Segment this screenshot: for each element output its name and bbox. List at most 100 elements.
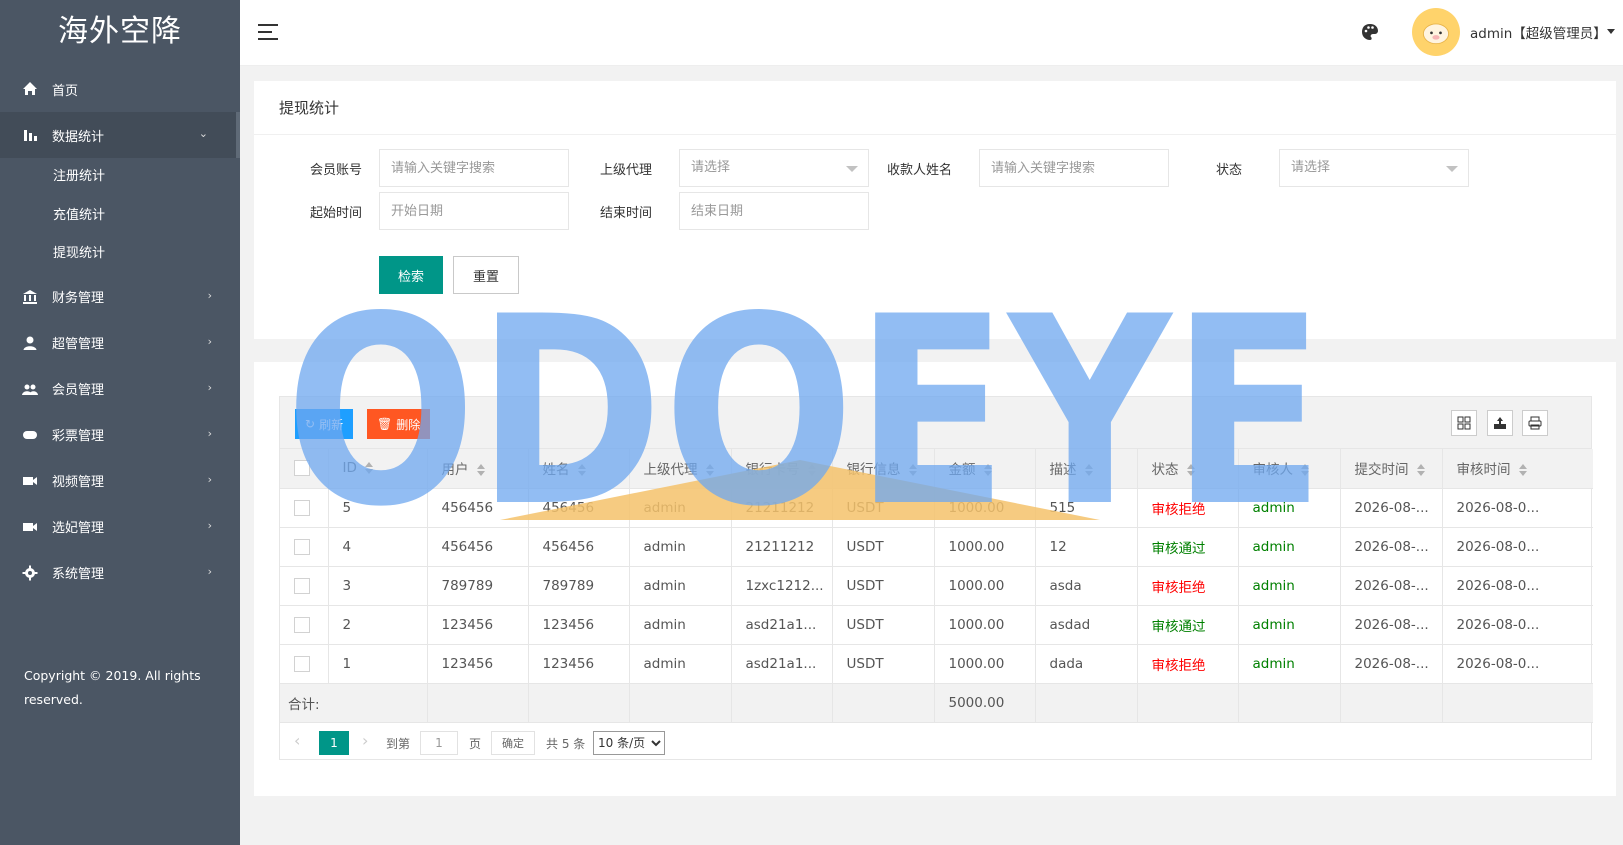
col-header[interactable]: 姓名 bbox=[528, 449, 630, 489]
row-checkbox[interactable] bbox=[294, 655, 310, 672]
sort-icon[interactable] bbox=[807, 464, 816, 477]
total-empty bbox=[629, 683, 732, 723]
sidebar-item-label: 彩票管理 bbox=[52, 429, 105, 444]
col-header[interactable]: 提交时间 bbox=[1340, 449, 1443, 489]
col-header-label: 用户 bbox=[441, 462, 469, 479]
cell-bank: USDT bbox=[832, 527, 935, 567]
table-row[interactable]: 3 789789 789789 admin 1zxc1212... USDT 1… bbox=[280, 566, 1593, 606]
sort-icon[interactable] bbox=[1301, 464, 1309, 477]
cell-card: 21211212 bbox=[731, 488, 833, 528]
sort-icon[interactable] bbox=[1186, 464, 1195, 477]
sidebar-subitem-withdraw-stats[interactable]: 提现统计 bbox=[0, 235, 240, 274]
sidebar-item-label: 财务管理 bbox=[52, 291, 105, 306]
chevron-right-icon: › bbox=[207, 426, 212, 440]
col-header-label: 姓名 bbox=[542, 462, 570, 479]
sort-icon[interactable] bbox=[908, 464, 917, 477]
sort-icon[interactable] bbox=[1416, 464, 1425, 477]
avatar[interactable] bbox=[1412, 8, 1460, 56]
agent-select[interactable]: 请选择 bbox=[679, 149, 869, 187]
sidebar-item-system[interactable]: 系统管理 › bbox=[0, 550, 240, 596]
sidebar-item-label: 会员管理 bbox=[52, 383, 105, 398]
table-row[interactable]: 5 456456 456456 admin 21211212 USDT 1000… bbox=[280, 488, 1593, 528]
app-logo: 海外空降 bbox=[58, 14, 182, 49]
end-date-input[interactable] bbox=[679, 192, 869, 230]
palette-icon[interactable] bbox=[1360, 22, 1380, 42]
col-header-label: 金额 bbox=[948, 462, 976, 479]
col-header[interactable]: 用户 bbox=[427, 449, 529, 489]
prev-page-icon[interactable]: ‹ bbox=[294, 731, 300, 750]
col-header[interactable]: 银行信息 bbox=[832, 449, 935, 489]
row-checkbox[interactable] bbox=[294, 499, 310, 516]
col-header[interactable]: 银行卡号 bbox=[731, 449, 833, 489]
table-row[interactable]: 2 123456 123456 admin asd21a1... USDT 10… bbox=[280, 605, 1593, 645]
gear-icon bbox=[22, 565, 38, 581]
cell-auditor: admin bbox=[1238, 488, 1341, 528]
member-account-input[interactable] bbox=[379, 149, 569, 187]
table-row[interactable]: 1 123456 123456 admin asd21a1... USDT 10… bbox=[280, 644, 1593, 684]
sidebar-item-video[interactable]: 视频管理 › bbox=[0, 458, 240, 504]
payee-input[interactable] bbox=[979, 149, 1169, 187]
sidebar-item-concubine[interactable]: 选妃管理 › bbox=[0, 504, 240, 550]
col-header[interactable]: 上级代理 bbox=[629, 449, 732, 489]
col-header[interactable]: 描述 bbox=[1035, 449, 1138, 489]
cell-id: 5 bbox=[328, 488, 428, 528]
sidebar-item-members[interactable]: 会员管理 › bbox=[0, 366, 240, 412]
search-button[interactable]: 检索 bbox=[379, 256, 443, 294]
total-count: 共 5 条 bbox=[546, 736, 586, 751]
col-header[interactable]: ID bbox=[328, 449, 428, 489]
table-total-row: 合计: 5000.00 bbox=[280, 683, 1593, 723]
sidebar-item-finance[interactable]: 财务管理 › bbox=[0, 274, 240, 320]
delete-label: 删除 bbox=[396, 417, 421, 432]
goto-confirm-button[interactable]: 确定 bbox=[491, 730, 535, 755]
cell-name: 789789 bbox=[528, 566, 630, 606]
status-select[interactable]: 请选择 bbox=[1279, 149, 1469, 187]
select-all-checkbox[interactable] bbox=[294, 460, 310, 477]
table-row[interactable]: 4 456456 456456 admin 21211212 USDT 1000… bbox=[280, 527, 1593, 567]
sidebar-item-data-stats[interactable]: 数据统计 ⌄ bbox=[0, 112, 240, 158]
sidebar-item-lottery[interactable]: 彩票管理 › bbox=[0, 412, 240, 458]
menu-toggle-icon[interactable] bbox=[258, 24, 278, 40]
col-header[interactable]: 审核人 bbox=[1238, 449, 1341, 489]
row-checkbox[interactable] bbox=[294, 616, 310, 633]
total-empty bbox=[731, 683, 833, 723]
sidebar-item-label: 选妃管理 bbox=[52, 521, 105, 536]
cell-agent: admin bbox=[629, 488, 732, 528]
chevron-down-icon: ⌄ bbox=[198, 127, 208, 140]
next-page-icon[interactable]: › bbox=[362, 731, 368, 750]
cell-auditor: admin bbox=[1238, 605, 1341, 645]
cell-desc: asdad bbox=[1035, 605, 1138, 645]
caret-down-icon[interactable] bbox=[1607, 29, 1615, 34]
row-checkbox[interactable] bbox=[294, 538, 310, 555]
start-date-input[interactable] bbox=[379, 192, 569, 230]
sort-icon[interactable] bbox=[476, 464, 485, 477]
export-icon[interactable] bbox=[1487, 410, 1513, 436]
sidebar-subitem-recharge-stats[interactable]: 充值统计 bbox=[0, 197, 240, 236]
refresh-button[interactable]: ↻ 刷新 bbox=[295, 409, 354, 439]
page-current[interactable]: 1 bbox=[319, 730, 349, 755]
col-header[interactable]: 状态 bbox=[1137, 449, 1239, 489]
row-checkbox[interactable] bbox=[294, 577, 310, 594]
col-header[interactable]: 金额 bbox=[934, 449, 1036, 489]
sort-icon[interactable] bbox=[364, 462, 373, 475]
sort-icon[interactable] bbox=[983, 464, 992, 477]
sidebar-item-admin[interactable]: 超管管理 › bbox=[0, 320, 240, 366]
row-select-cell bbox=[280, 566, 329, 606]
sort-icon[interactable] bbox=[1518, 464, 1527, 477]
print-icon[interactable] bbox=[1522, 410, 1548, 436]
search-panel: 提现统计 会员账号 上级代理 请选择 收款人姓名 状态 请选择 起始时间 结束时… bbox=[254, 81, 1616, 339]
columns-icon[interactable] bbox=[1451, 410, 1477, 436]
sort-icon[interactable] bbox=[1084, 464, 1093, 477]
delete-button[interactable]: 🗑 删除 bbox=[367, 409, 431, 439]
col-header[interactable]: 审核时间 bbox=[1442, 449, 1593, 489]
sidebar-subitem-register-stats[interactable]: 注册统计 bbox=[0, 158, 240, 197]
goto-page-input[interactable] bbox=[420, 730, 458, 755]
sort-icon[interactable] bbox=[705, 464, 714, 477]
cell-bank: USDT bbox=[832, 488, 935, 528]
refresh-icon: ↻ bbox=[305, 417, 316, 431]
cell-status: 审核拒绝 bbox=[1137, 566, 1239, 606]
reset-button[interactable]: 重置 bbox=[453, 256, 519, 294]
user-menu[interactable]: admin【超级管理员】 bbox=[1470, 22, 1607, 42]
sort-icon[interactable] bbox=[577, 464, 586, 477]
page-size-select[interactable]: 10 条/页 bbox=[593, 730, 665, 755]
sidebar-item-home[interactable]: 首页 bbox=[0, 66, 240, 112]
